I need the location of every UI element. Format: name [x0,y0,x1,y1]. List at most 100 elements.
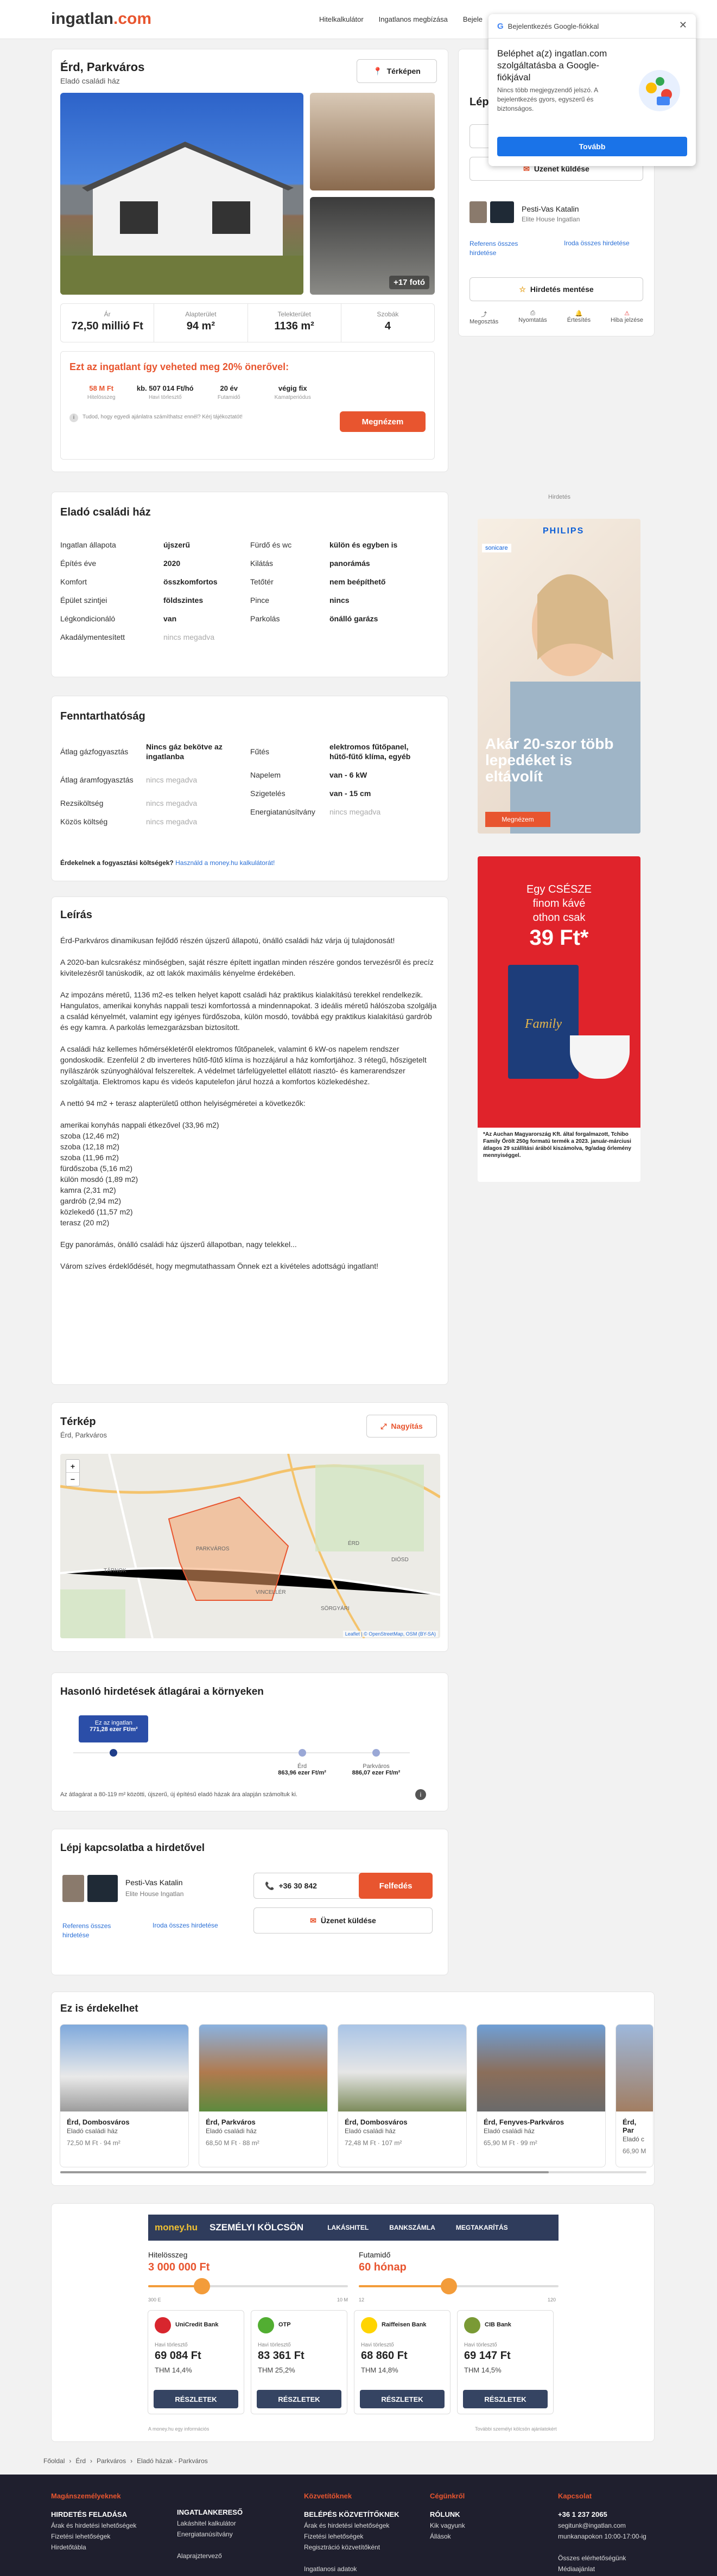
similar-card[interactable]: Érd, Dombosváros Eladó családi ház 72,48 M… [338,2024,467,2167]
term-label: Futamidő [359,2250,391,2259]
contact-bottom-card: Lépj kapcsolatba a hirdetővel Pesti-Vas … [51,1829,448,1975]
term-value: 60 hónap [359,2261,407,2273]
similar-card[interactable]: Érd, Par Eladó c 66,90 M [616,2024,653,2167]
details-button[interactable]: RÉSZLETEK [360,2390,445,2408]
description-card: Leírás Érd-Parkváros dinamikusan fejlődő… [51,896,448,1385]
agent-name[interactable]: Pesti-Vas Katalin [522,205,579,213]
agent-name[interactable]: Pesti-Vas Katalin [125,1878,183,1887]
nav-loan-calculator[interactable]: Hitelkalkulátor [319,15,364,23]
map-label-tarnok: TÁRNOK [104,1568,126,1574]
agent-photo [469,201,487,223]
listing-subtitle: Eladó családi ház [60,77,120,85]
nav-agent[interactable]: Ingatlanos megbízása [379,15,448,23]
popup-brand: Bejelentkezés Google-fiókkal [507,22,599,30]
similar-card[interactable]: Érd, Parkváros Eladó családi ház 68,50 M F… [199,2024,328,2167]
promo-button[interactable]: Megnézem [340,411,426,432]
loan-note-right[interactable]: További személyi kölcsön ajánlatokért [475,2426,557,2432]
term-slider-handle[interactable] [440,2278,457,2294]
agency-listings-link[interactable]: Iroda összes hirdetése [153,1922,218,1929]
map-expand-button[interactable]: ⤢ Nagyítás [366,1415,437,1438]
zoom-out-button[interactable]: − [66,1473,79,1486]
agency-listings-link[interactable]: Iroda összes hirdetése [564,239,630,247]
similar-title: Ez is érdekelhet [60,2003,138,2014]
bank-offer-card[interactable]: UniCredit Bank Havi törlesztő 69 084 Ft THM… [148,2310,244,2414]
map-subtitle: Érd, Parkváros [60,1431,107,1439]
footer-col-agents: Közvetítőknek BELÉPÉS KÖZVETÍTŐKNEK Árak é… [304,2492,399,2573]
similar-card[interactable]: Érd, Fenyves-Parkváros Eladó családi ház 6… [477,2024,606,2167]
details-button[interactable]: RÉSZLETEK [257,2390,341,2408]
money-logo: money.hu [155,2222,198,2232]
details-button[interactable]: RÉSZLETEK [463,2390,548,2408]
zoom-in-button[interactable]: + [66,1460,79,1473]
money-calculator-link[interactable]: Használd a money.hu kalkulátorát! [175,859,275,867]
loan-widget: money.hu SZEMÉLYI KÖLCSÖN LAKÁSHITEL BAN… [51,2203,655,2442]
amount-slider-handle[interactable] [194,2278,211,2294]
bank-offer-card[interactable]: Raiffeisen Bank Havi törlesztő 68 860 Ft TH… [354,2310,450,2414]
term-slider-fill [359,2285,449,2287]
notify-action[interactable]: 🔔 Értesítés [567,310,591,325]
erd-marker [298,1749,306,1757]
bank-offer-card[interactable]: CIB Bank Havi törlesztő 69 147 Ft THM 14,5%… [457,2310,554,2414]
amount-value: 3 000 000 Ft [148,2261,210,2273]
similar-card[interactable]: Érd, Dombosváros Eladó családi ház 72,50 M… [60,2024,189,2167]
tab-savings[interactable]: MEGTAKARÍTÁS [456,2224,508,2231]
erd-avg: Érd 863,96 ezer Ft/m² [278,1763,326,1776]
message-button[interactable]: ✉ Üzenet küldése [253,1907,433,1933]
description-title: Leírás [60,909,92,921]
agent-listings-link[interactable]: Referens összes hirdetése [62,1922,128,1940]
agent-company: Elite House Ingatlan [125,1890,184,1898]
save-listing-button[interactable]: ☆ Hirdetés mentése [469,277,643,301]
map-label-vinceller: VINCELLÉR [256,1589,286,1595]
breadcrumb-current: Eladó házak - Parkváros [137,2457,208,2465]
stat-plot: Telekterület 1136 m² [248,304,341,342]
amount-slider[interactable] [148,2278,348,2294]
map-view[interactable]: PARKVÁROS TÁRNOK DIÓSD VINCELLÉR ÉRD SÖR… [60,1454,440,1638]
report-action[interactable]: ⚠ Hiba jelzése [611,310,643,325]
similar-scrollbar[interactable] [60,2171,646,2173]
main-photo[interactable] [60,93,303,295]
photo-2[interactable] [310,93,435,190]
breadcrumb: Főoldal › Érd › Parkváros › Eladó házak - P… [43,2457,208,2465]
popup-title: Beléphet a(z) ingatlan.com szolgáltatásb… [497,48,607,82]
tchibo-line-3: othon csak [532,912,586,924]
map-attribution[interactable]: Leaflet | © OpenStreetMap, OSM (BY-SA) [342,1631,438,1637]
philips-ad[interactable]: PHILIPS sonicare Akár 20-szor több leped… [478,519,640,834]
this-listing-marker [110,1749,118,1757]
photo-3[interactable]: +17 fotó [310,197,435,295]
stat-area: Alapterület 94 m² [154,304,248,342]
upkeep-question: Érdekelnek a fogyasztási költségek? Hasz… [60,859,275,867]
map-label-sorgyari: SÖRGYÁRI [321,1606,350,1612]
agent-listings-link[interactable]: Referens összes hirdetése [469,239,535,258]
details-button[interactable]: RÉSZLETEK [154,2390,238,2408]
philips-button[interactable]: Megnézem [485,812,550,827]
breadcrumb-home[interactable]: Főoldal [43,2457,65,2465]
bank-offer-card[interactable]: OTP Havi törlesztő 83 361 Ft THM 25,2% RÉSZL… [251,2310,347,2414]
loan-note-left: A money.hu egy információs [148,2426,210,2432]
share-action[interactable]: ⤴ Megosztás [469,310,498,325]
tab-account[interactable]: BANKSZÁMLA [389,2224,435,2231]
bank-logo [361,2317,377,2333]
photo-count-badge[interactable]: +17 fotó [389,276,429,289]
contact-title: Lép [469,96,489,108]
map-button[interactable]: 📍 Térképen [357,59,437,83]
phone-icon: 📞 [265,1881,275,1890]
tchibo-ad[interactable]: Egy CSÉSZE finom kávé othon csak 39 Ft* … [478,856,640,1182]
warning-icon: ⚠ [624,310,630,317]
message-icon: ✉ [310,1916,316,1925]
parkvaros-avg: Parkváros 886,07 ezer Ft/m² [352,1763,401,1776]
google-signin-popup: G Bejelentkezés Google-fiókkal ✕ Beléphe… [488,14,696,166]
breadcrumb-erd[interactable]: Érd [75,2457,86,2465]
print-action[interactable]: ⎙ Nyomtatás [518,310,547,325]
close-icon[interactable]: ✕ [679,20,687,31]
popup-continue-button[interactable]: Tovább [497,137,687,156]
philips-model-image [510,574,640,834]
nav-login[interactable]: Bejele [463,15,483,23]
map-card: Térkép Érd, Parkváros ⤢ Nagyítás PARKVÁRO… [51,1402,448,1652]
term-slider[interactable] [359,2278,559,2294]
reveal-phone-button[interactable]: Felfedés [359,1873,433,1899]
site-logo[interactable]: ingatlan.com [51,10,151,28]
info-icon[interactable]: i [415,1789,426,1800]
tab-mortgage[interactable]: LAKÁSHITEL [327,2224,369,2231]
breadcrumb-parkvaros[interactable]: Parkváros [97,2457,126,2465]
philips-headline: Akár 20-szor több lepedéket is eltávolít [485,735,614,785]
